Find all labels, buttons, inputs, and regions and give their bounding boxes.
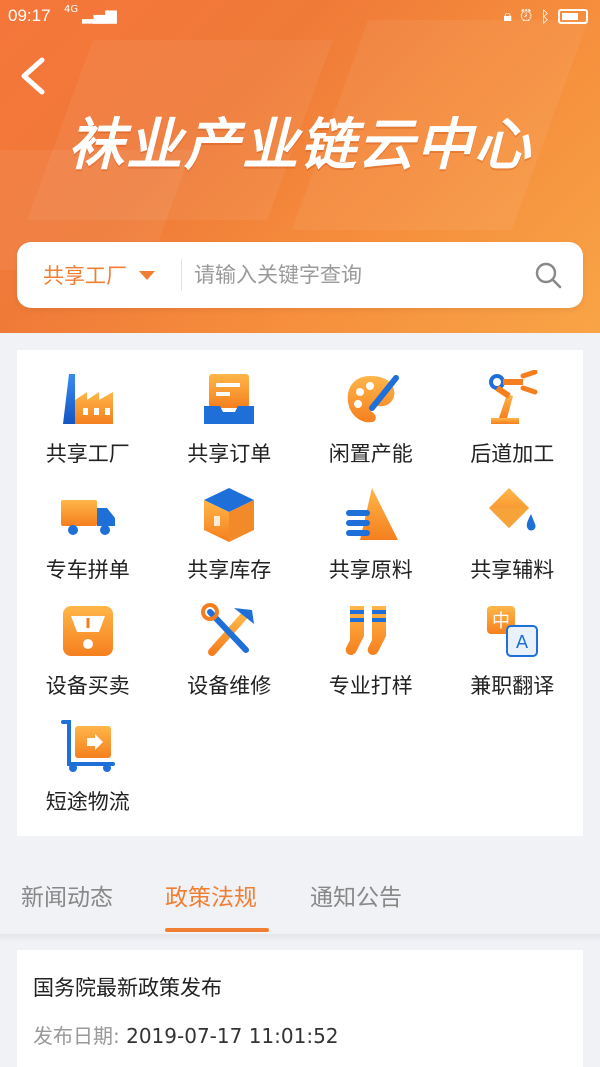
news-tabs: 新闻动态 政策法规 通知公告 bbox=[0, 862, 600, 934]
status-time: 09:17 bbox=[8, 6, 51, 25]
grid-item-idle-capacity[interactable]: 闲置产能 bbox=[300, 370, 442, 486]
status-bar: 09:17 4G ▂▄▆ 🔒︎ ⏰︎ ᛒ bbox=[0, 0, 600, 34]
grid-item-label: 共享辅料 bbox=[470, 558, 555, 582]
svg-text:A: A bbox=[516, 632, 529, 653]
grid-item-label: 后道加工 bbox=[470, 442, 555, 466]
socks-icon bbox=[345, 606, 386, 655]
grid-item-label: 短途物流 bbox=[45, 790, 130, 814]
tab-policy[interactable]: 政策法规 bbox=[165, 878, 257, 912]
factory-icon bbox=[62, 374, 113, 424]
hand-cart-icon bbox=[60, 720, 115, 772]
grid-item-label: 设备维修 bbox=[187, 674, 272, 698]
box-icon bbox=[204, 488, 255, 542]
search-input[interactable] bbox=[182, 263, 533, 287]
truck-icon bbox=[60, 500, 115, 535]
news-title: 国务院最新政策发布 bbox=[33, 976, 222, 1000]
gauge-device-icon bbox=[62, 606, 113, 656]
grid-item-label: 兼职翻译 bbox=[470, 674, 555, 698]
tab-notice[interactable]: 通知公告 bbox=[310, 878, 402, 912]
active-tab-indicator bbox=[165, 928, 269, 932]
grid-item-label: 共享工厂 bbox=[45, 442, 130, 466]
news-date: 发布日期: 2019-07-17 11:01:52 bbox=[33, 1020, 339, 1049]
search-icon[interactable] bbox=[533, 260, 563, 290]
grid-item-part-time-translation[interactable]: 中 A 兼职翻译 bbox=[442, 602, 584, 718]
order-tray-icon bbox=[204, 374, 255, 424]
robot-arm-icon bbox=[489, 370, 538, 424]
service-grid: 共享工厂 共享订单 闲置产能 后道加工 专车拼单 共享库存 共享原料 共享辅料 … bbox=[17, 350, 583, 834]
grid-item-label: 设备买卖 bbox=[45, 674, 130, 698]
grid-item-shared-stock[interactable]: 共享库存 bbox=[159, 486, 301, 602]
back-arrow-icon[interactable] bbox=[18, 56, 48, 96]
battery-icon bbox=[558, 8, 588, 24]
tools-icon bbox=[201, 603, 255, 656]
grid-item-label: 共享订单 bbox=[187, 442, 272, 466]
grid-item-shared-material[interactable]: 共享原料 bbox=[300, 486, 442, 602]
grid-item-label: 专业打样 bbox=[328, 674, 413, 698]
alarm-icon: ⏰︎ bbox=[519, 6, 533, 25]
date-label: 发布日期: bbox=[33, 1024, 120, 1048]
grid-item-label: 共享库存 bbox=[187, 558, 272, 582]
palette-icon bbox=[347, 375, 399, 423]
search-bar: 共享工厂 bbox=[17, 242, 583, 308]
chevron-down-icon bbox=[139, 270, 155, 280]
grid-item-shared-accessories[interactable]: 共享辅料 bbox=[442, 486, 584, 602]
grid-item-label: 共享原料 bbox=[328, 558, 413, 582]
grid-item-post-processing[interactable]: 后道加工 bbox=[442, 370, 584, 486]
grid-item-label: 专车拼单 bbox=[45, 558, 130, 582]
bluetooth-icon: ᛒ bbox=[540, 6, 550, 26]
grid-item-equipment-trade[interactable]: 设备买卖 bbox=[17, 602, 159, 718]
grid-item-pro-sampling[interactable]: 专业打样 bbox=[300, 602, 442, 718]
category-dropdown[interactable]: 共享工厂 bbox=[17, 260, 181, 290]
translate-icon: 中 A bbox=[487, 606, 539, 657]
lock-icon: 🔒︎ bbox=[503, 6, 512, 25]
page-title: 袜业产业链云中心 bbox=[68, 113, 532, 178]
status-icons: 🔒︎ ⏰︎ ᛒ bbox=[503, 6, 588, 26]
list-item[interactable]: 国务院最新政策发布 发布日期: 2019-07-17 11:01:52 bbox=[17, 950, 583, 1067]
signal-icon: ▂▄▆ bbox=[82, 6, 117, 24]
network-label: 4G bbox=[64, 4, 79, 15]
paint-bucket-icon bbox=[489, 488, 536, 531]
material-stack-icon bbox=[345, 488, 398, 540]
header-banner: 09:17 4G ▂▄▆ 🔒︎ ⏰︎ ᛒ 袜业产业链云中心 共享工厂 bbox=[0, 0, 600, 333]
tabs-divider bbox=[0, 934, 600, 942]
grid-item-shared-order[interactable]: 共享订单 bbox=[159, 370, 301, 486]
grid-item-car-pool[interactable]: 专车拼单 bbox=[17, 486, 159, 602]
grid-item-equipment-repair[interactable]: 设备维修 bbox=[159, 602, 301, 718]
grid-item-label: 闲置产能 bbox=[328, 442, 413, 466]
category-label: 共享工厂 bbox=[43, 264, 127, 288]
service-grid-card: 共享工厂 共享订单 闲置产能 后道加工 专车拼单 共享库存 共享原料 共享辅料 … bbox=[17, 350, 583, 836]
grid-item-shared-factory[interactable]: 共享工厂 bbox=[17, 370, 159, 486]
date-value: 2019-07-17 11:01:52 bbox=[126, 1024, 339, 1048]
tab-news[interactable]: 新闻动态 bbox=[21, 878, 113, 912]
grid-item-short-logistics[interactable]: 短途物流 bbox=[17, 718, 159, 834]
